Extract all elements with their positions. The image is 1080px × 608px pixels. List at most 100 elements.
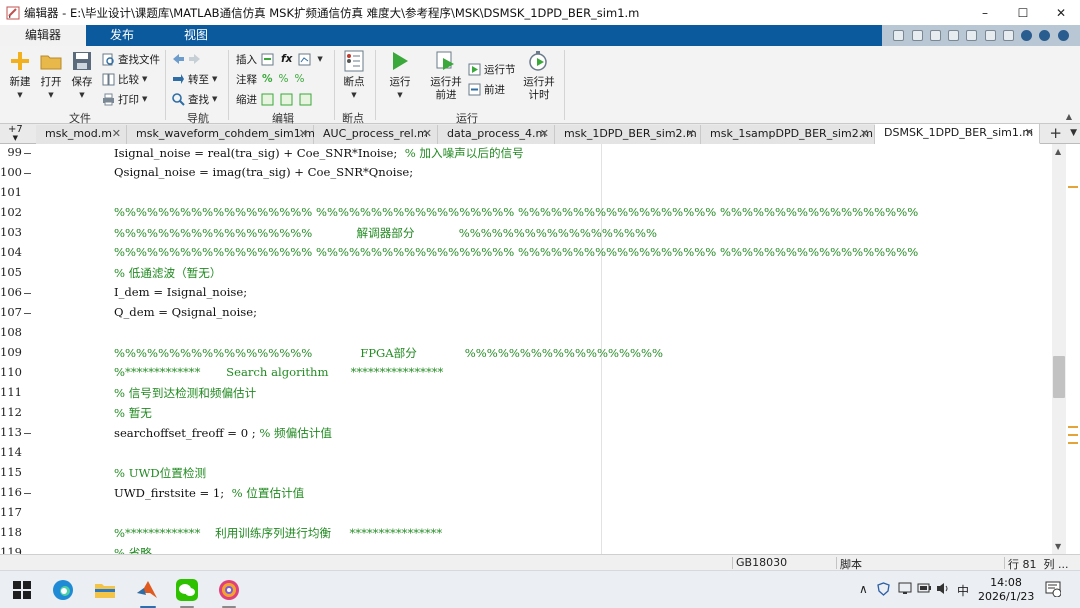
warning-marker[interactable]: [1068, 426, 1078, 428]
comment-button[interactable]: 注释 % % %: [236, 71, 305, 87]
goto-button[interactable]: 转至 ▼: [172, 71, 217, 87]
options-icon[interactable]: [1057, 30, 1069, 41]
close-icon[interactable]: ✕: [860, 125, 869, 143]
code-area[interactable]: Isignal_noise = real(tra_sig) + Coe_SNR*…: [36, 144, 1052, 554]
paste-icon[interactable]: [948, 30, 960, 41]
find-files-button[interactable]: 查找文件: [102, 51, 160, 67]
find-button[interactable]: 查找 ▼: [172, 91, 217, 107]
code-line[interactable]: Qsignal_noise = imag(tra_sig) + Coe_SNR*…: [114, 165, 413, 179]
file-tab[interactable]: data_process_4.m ✕: [438, 125, 555, 144]
code-line[interactable]: %%%%%%%%%%%%%%%%%% %%%%%%%%%%%%%%%%%% %%…: [114, 245, 918, 259]
close-icon[interactable]: ✕: [112, 125, 121, 143]
code-line[interactable]: Q_dem = Qsignal_noise;: [114, 305, 257, 319]
wechat-icon[interactable]: [176, 579, 198, 601]
code-line[interactable]: %************* 利用训练序列进行均衡 **************…: [114, 525, 442, 541]
new-tab-button[interactable]: +: [1049, 124, 1062, 143]
help-icon[interactable]: [1021, 30, 1033, 41]
close-button[interactable]: ✕: [1042, 0, 1080, 25]
media-player-icon[interactable]: [218, 579, 240, 601]
scroll-up-icon[interactable]: ▲: [1055, 147, 1061, 156]
file-tab[interactable]: msk_1sampDPD_BER_sim2.m ✕: [701, 125, 875, 144]
close-icon[interactable]: ✕: [686, 125, 695, 143]
warning-marker[interactable]: [1068, 434, 1078, 436]
close-icon[interactable]: ✕: [1025, 124, 1034, 142]
code-line[interactable]: %%%%%%%%%%%%%%%%%% FPGA部分 %%%%%%%%%%%%%%…: [114, 345, 663, 361]
code-line[interactable]: % 省略: [114, 545, 152, 554]
breakpoints-button[interactable]: 断点 ▼: [338, 50, 370, 102]
code-analyzer-bar[interactable]: [1066, 144, 1080, 554]
warning-marker[interactable]: [1068, 442, 1078, 444]
code-line[interactable]: searchoffset_freoff = 0 ; % 频偏估计值: [114, 425, 332, 441]
code-line[interactable]: Isignal_noise = real(tra_sig) + Coe_SNR*…: [114, 145, 524, 161]
file-tab-active[interactable]: DSMSK_1DPD_BER_sim1.m ✕: [875, 124, 1040, 144]
run-and-advance-button[interactable]: 运行并 前进: [428, 50, 464, 102]
code-line[interactable]: %************* Search algorithm ********…: [114, 365, 443, 379]
print-button[interactable]: 打印 ▼: [102, 91, 147, 107]
close-icon[interactable]: ✕: [423, 125, 432, 143]
save-icon[interactable]: [893, 30, 905, 41]
code-line[interactable]: I_dem = Isignal_noise;: [114, 285, 247, 299]
file-tab[interactable]: msk_waveform_cohdem_sim1.m ✕: [127, 125, 315, 144]
matlab-icon[interactable]: [136, 579, 158, 601]
run-section-button[interactable]: 运行节: [468, 61, 516, 77]
tray-overflow-chevron[interactable]: ∧: [859, 582, 868, 596]
code-line[interactable]: % 低通滤波（暂无）: [114, 265, 221, 281]
run-and-time-button[interactable]: 运行并 计时: [521, 50, 557, 102]
file-tab[interactable]: msk_1DPD_BER_sim2.m ✕: [555, 125, 701, 144]
fx-icon[interactable]: fx: [281, 53, 292, 65]
maximize-button[interactable]: ☐: [1004, 0, 1042, 25]
save-button[interactable]: 保存 ▼: [66, 50, 98, 102]
network-icon[interactable]: [898, 582, 912, 598]
advance-button[interactable]: 前进: [468, 81, 505, 97]
indent-button[interactable]: 缩进: [236, 91, 315, 107]
tabs-overflow-button[interactable]: +7 ▼: [8, 125, 23, 143]
taskbar-clock[interactable]: 14:08 2026/1/23: [978, 576, 1034, 604]
file-tab[interactable]: msk_mod.m ✕: [36, 125, 127, 144]
redo-icon[interactable]: [984, 30, 996, 41]
file-explorer-icon[interactable]: [94, 579, 116, 601]
volume-icon[interactable]: [936, 582, 950, 598]
executable-line-marker[interactable]: [24, 293, 31, 294]
copy-icon[interactable]: [929, 30, 941, 41]
executable-line-marker[interactable]: [24, 153, 31, 154]
code-line[interactable]: % 信号到达检测和频偏估计: [114, 385, 256, 401]
edge-browser-icon[interactable]: [52, 579, 74, 601]
scroll-down-icon[interactable]: ▼: [1055, 542, 1061, 551]
collapse-ribbon-icon[interactable]: ▲: [1066, 112, 1072, 121]
close-icon[interactable]: ✕: [299, 125, 308, 143]
back-forward-buttons[interactable]: [172, 51, 204, 67]
tab-editor[interactable]: 编辑器: [0, 25, 86, 46]
insert-button[interactable]: 插入 fx ▼: [236, 51, 323, 67]
run-button[interactable]: 运行 ▼: [384, 50, 416, 102]
close-icon[interactable]: ✕: [540, 125, 549, 143]
windows-start-icon[interactable]: [11, 579, 33, 601]
tab-menu-icon[interactable]: ▼: [1070, 124, 1077, 143]
warning-marker[interactable]: [1068, 186, 1078, 188]
executable-line-marker[interactable]: [24, 173, 31, 174]
notification-icon[interactable]: [1045, 581, 1062, 600]
cut-icon[interactable]: [911, 30, 923, 41]
vertical-scrollbar[interactable]: ▲ ▼: [1052, 144, 1066, 554]
file-tab[interactable]: AUC_process_rel.m ✕: [314, 125, 438, 144]
executable-line-marker[interactable]: [24, 433, 31, 434]
executable-line-marker[interactable]: [24, 313, 31, 314]
code-line[interactable]: UWD_firstsite = 1; % 位置估计值: [114, 485, 304, 501]
battery-icon[interactable]: [917, 582, 932, 597]
ime-indicator[interactable]: 中: [957, 582, 969, 599]
code-line[interactable]: % 暂无: [114, 405, 152, 421]
code-line[interactable]: %%%%%%%%%%%%%%%%%% 解调器部分 %%%%%%%%%%%%%%%…: [114, 225, 657, 241]
executable-line-marker[interactable]: [24, 493, 31, 494]
tab-view[interactable]: 视图: [158, 25, 234, 46]
undo-icon[interactable]: [966, 30, 978, 41]
open-button[interactable]: 打开 ▼: [35, 50, 67, 102]
switch-windows-icon[interactable]: [1002, 30, 1014, 41]
security-shield-icon[interactable]: [877, 582, 890, 599]
code-editor[interactable]: 99 100 101 102 103 104 105 106 107 108 109 110 111 11…: [0, 144, 1080, 554]
new-button[interactable]: 新建 ▼: [4, 50, 36, 102]
code-line[interactable]: %%%%%%%%%%%%%%%%%% %%%%%%%%%%%%%%%%%% %%…: [114, 205, 918, 219]
minimize-button[interactable]: –: [966, 0, 1004, 25]
code-line[interactable]: % UWD位置检测: [114, 465, 206, 481]
tab-publish[interactable]: 发布: [86, 25, 158, 46]
scrollbar-thumb[interactable]: [1053, 356, 1065, 398]
search-docs-icon[interactable]: [1039, 30, 1051, 41]
